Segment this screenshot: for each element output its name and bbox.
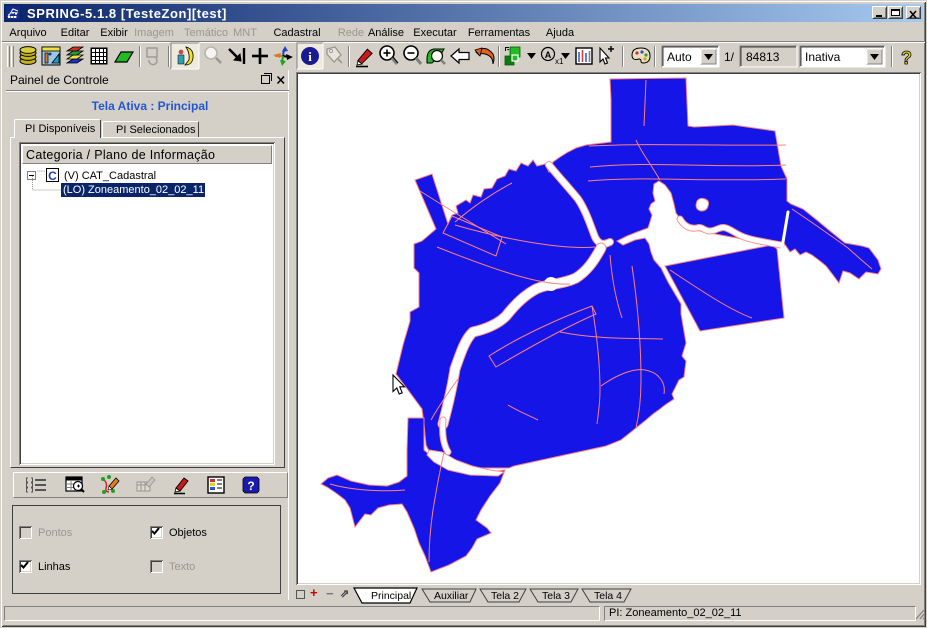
svg-text:Tela 2: Tela 2: [491, 590, 519, 602]
svg-text:Inativa: Inativa: [805, 50, 841, 64]
svg-text:Tela 4: Tela 4: [594, 590, 622, 602]
svg-text:?: ?: [247, 479, 254, 493]
svg-text:A: A: [545, 50, 552, 60]
svg-text:Tela 3: Tela 3: [542, 590, 570, 602]
svg-text:Auto: Auto: [667, 50, 692, 64]
svg-text:?: ?: [901, 48, 912, 68]
svg-text:Auxiliar: Auxiliar: [434, 590, 469, 602]
svg-text:1/: 1/: [724, 50, 735, 64]
svg-text:i: i: [308, 49, 312, 64]
svg-text:x1: x1: [555, 57, 564, 66]
svg-text:84813: 84813: [746, 50, 780, 64]
svg-text:Principal: Principal: [371, 590, 411, 602]
